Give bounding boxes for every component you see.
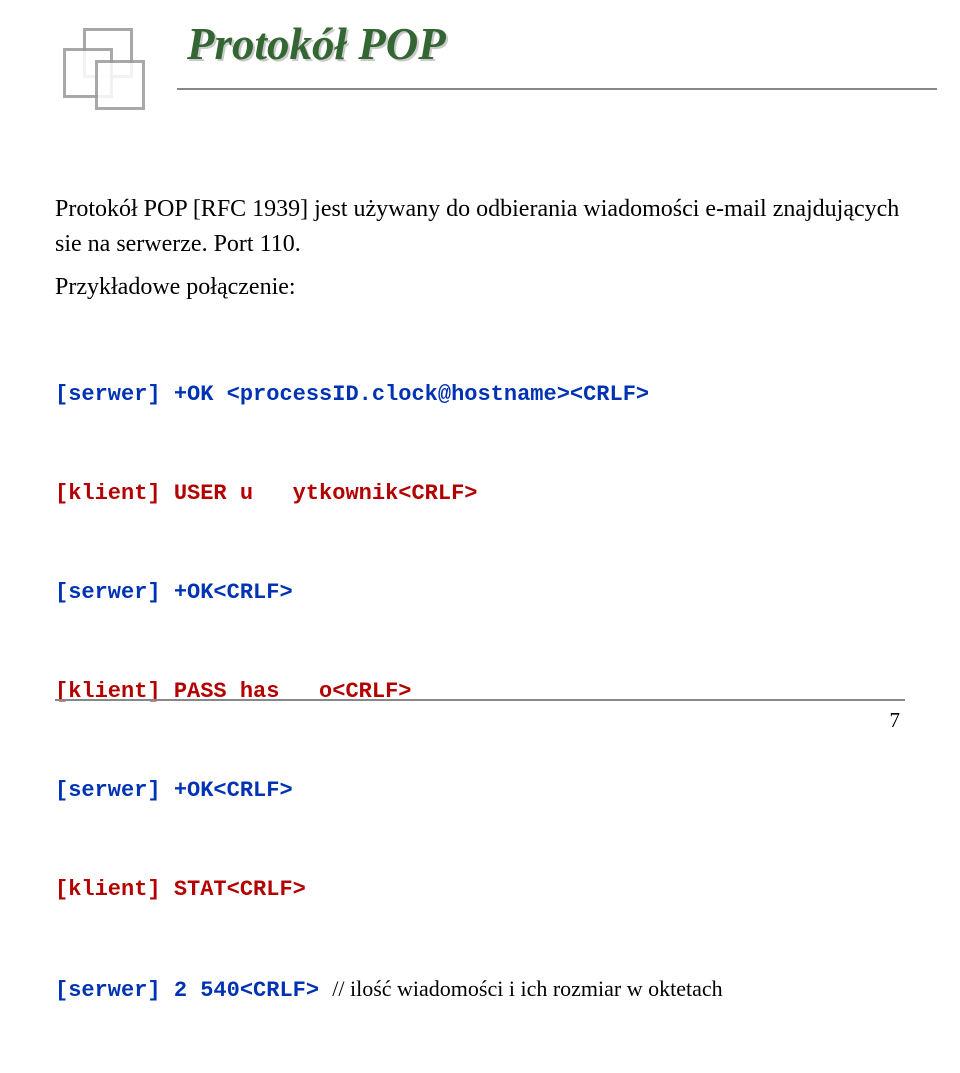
server-tag: [serwer] [55,382,174,407]
client-tag: [klient] [55,481,174,506]
title-divider [177,88,937,90]
server-tag: [serwer] [55,778,174,803]
client-tag: [klient] [55,877,174,902]
code-line-1: [serwer] +OK <processID.clock@hostname><… [55,378,905,411]
server-tag: [serwer] [55,978,174,1003]
intro-paragraph: Protokół POP [RFC 1939] jest używany do … [55,192,905,262]
code-line-5: [serwer] +OK<CRLF> [55,774,905,807]
title-area: Protokół POP [177,20,937,90]
header: Protokół POP [55,20,905,112]
slide-title: Protokół POP [177,20,937,70]
server-text: +OK<CRLF> [174,580,293,605]
code-line-2: [klient] USER u ytkownik<CRLF> [55,477,905,510]
footer-divider [55,699,905,701]
example-label: Przykładowe połączenie: [55,270,905,305]
code-line-4: [klient] PASS has o<CRLF> [55,675,905,708]
code-line-6: [klient] STAT<CRLF> [55,873,905,906]
logo-squares-icon [55,20,147,112]
server-text: +OK <processID.clock@hostname><CRLF> [174,382,649,407]
code-block: [serwer] +OK <processID.clock@hostname><… [55,312,905,1073]
code-line-3: [serwer] +OK<CRLF> [55,576,905,609]
server-text: 2 540<CRLF> [174,978,332,1003]
server-text: +OK<CRLF> [174,778,293,803]
page-number: 7 [890,708,901,733]
inline-comment: // ilość wiadomości i ich rozmiar w okte… [332,976,722,1001]
server-tag: [serwer] [55,580,174,605]
client-text: STAT<CRLF> [174,877,306,902]
content-body: Protokół POP [RFC 1939] jest używany do … [55,192,905,1073]
client-text: USER u ytkownik<CRLF> [174,481,478,506]
slide-page: Protokół POP Protokół POP [RFC 1939] jes… [0,0,960,753]
code-line-7: [serwer] 2 540<CRLF> // ilość wiadomości… [55,972,905,1007]
